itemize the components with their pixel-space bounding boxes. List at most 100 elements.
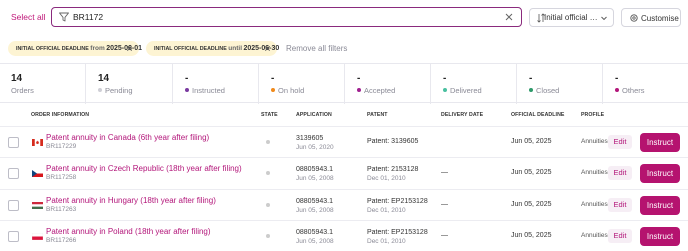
table-row[interactable]: Patent annuity in Poland (18th year afte… [0, 220, 688, 251]
sort-dropdown[interactable]: Initial official de... [529, 8, 614, 27]
patent-date: Dec 01, 2010 [367, 175, 406, 182]
select-all-link[interactable]: Select all [11, 12, 46, 22]
stat-count: - [185, 73, 189, 84]
filter-chip-date: 2025-06-01 [106, 45, 143, 52]
edit-button[interactable]: Edit [608, 229, 632, 243]
stat-label: Orders [11, 86, 34, 95]
divider [344, 64, 345, 104]
stat-count: - [357, 73, 361, 84]
profile-value: Annuities [581, 169, 608, 176]
column-header-official-deadline[interactable]: OFFICIAL DEADLINE [511, 112, 564, 118]
row-checkbox[interactable] [8, 231, 19, 242]
status-dot [271, 88, 275, 92]
order-reference: BR117266 [46, 237, 77, 244]
edit-button[interactable]: Edit [608, 135, 632, 149]
stat-count: - [529, 73, 533, 84]
customise-label: Customise [641, 14, 679, 23]
filter-chip-date: 2025-06-30 [243, 45, 280, 52]
stat-label: Delivered [450, 86, 482, 95]
column-header-state[interactable]: STATE [261, 112, 278, 118]
patent-number: Patent: 3139605 [367, 138, 419, 145]
divider [516, 64, 517, 104]
status-dot [185, 88, 189, 92]
patent-number: Patent: EP2153128 [367, 229, 428, 236]
patent-date: Dec 01, 2010 [367, 238, 406, 245]
status-dot [443, 88, 447, 92]
status-dot [615, 88, 619, 92]
delivery-date: — [441, 232, 448, 239]
stat-label: Pending [105, 86, 133, 95]
official-deadline: Jun 05, 2025 [511, 138, 552, 145]
status-dot [357, 88, 361, 92]
filter-chip-key: INITIAL OFFICIAL DEADLINE [16, 46, 89, 52]
official-deadline: Jun 05, 2025 [511, 232, 552, 239]
order-title-link[interactable]: Patent annuity in Canada (6th year after… [46, 133, 209, 142]
filter-chip-mode: until [228, 45, 242, 52]
edit-button[interactable]: Edit [608, 166, 632, 180]
instruct-button[interactable]: Instruct [640, 227, 680, 246]
state-indicator [266, 140, 270, 144]
divider [172, 64, 173, 104]
stat-label: Instructed [192, 86, 225, 95]
state-indicator [266, 203, 270, 207]
profile-value: Annuities [581, 138, 608, 145]
instruct-button[interactable]: Instruct [640, 133, 680, 152]
edit-button[interactable]: Edit [608, 198, 632, 212]
row-checkbox[interactable] [8, 168, 19, 179]
application-number: 08805943.1 [296, 166, 333, 173]
order-reference: BR117263 [46, 206, 77, 213]
search-value: BR1172 [73, 12, 104, 22]
stat-count: 14 [11, 73, 23, 84]
column-header-delivery-date[interactable]: DELIVERY DATE [441, 112, 483, 118]
application-date: Jun 05, 2008 [296, 238, 334, 245]
order-reference: BR117258 [46, 174, 77, 181]
filter-chip: INITIAL OFFICIAL DEADLINE from 2025-06-0… [8, 41, 143, 56]
order-title-link[interactable]: Patent annuity in Czech Republic (18th y… [46, 164, 242, 173]
poland-flag-icon [32, 233, 43, 240]
sort-label: Initial official de... [544, 13, 601, 22]
row-checkbox[interactable] [8, 200, 19, 211]
state-indicator [266, 234, 270, 238]
column-header-application[interactable]: APPLICATION [296, 112, 332, 118]
instruct-button[interactable]: Instruct [640, 164, 680, 183]
stat-count: - [615, 73, 619, 84]
search-input[interactable]: BR1172 [51, 7, 522, 27]
profile-value: Annuities [581, 201, 608, 208]
customise-button[interactable]: Customise [621, 8, 681, 27]
column-header-order[interactable]: ORDER INFORMATION [31, 112, 89, 118]
application-number: 08805943.1 [296, 229, 333, 236]
order-title-link[interactable]: Patent annuity in Poland (18th year afte… [46, 227, 211, 236]
remove-all-filters-link[interactable]: Remove all filters [286, 44, 347, 53]
column-header-profile[interactable]: PROFILE [581, 112, 604, 118]
application-date: Jun 05, 2008 [296, 207, 334, 214]
stat-label: Others [622, 86, 645, 95]
close-icon[interactable] [126, 45, 133, 52]
stat-label: On hold [278, 86, 305, 95]
stat-count: - [443, 73, 447, 84]
stat-label: Accepted [364, 86, 396, 95]
row-checkbox[interactable] [8, 137, 19, 148]
divider [85, 64, 86, 104]
clear-search-icon[interactable] [503, 11, 515, 23]
toolbar: Select all BR1172 Initial official de...… [0, 0, 688, 36]
table-row[interactable]: Patent annuity in Hungary (18th year aft… [0, 189, 688, 220]
official-deadline: Jun 05, 2025 [511, 201, 552, 208]
state-indicator [266, 171, 270, 175]
column-header-patent[interactable]: PATENT [367, 112, 388, 118]
filter-icon [59, 12, 69, 22]
table-row[interactable]: Patent annuity in Canada (6th year after… [0, 126, 688, 157]
divider [430, 64, 431, 104]
filter-chip: INITIAL OFFICIAL DEADLINE until 2025-06-… [146, 41, 280, 56]
profile-value: Annuities [581, 232, 608, 239]
application-number: 08805943.1 [296, 198, 333, 205]
official-deadline: Jun 05, 2025 [511, 169, 552, 176]
order-title-link[interactable]: Patent annuity in Hungary (18th year aft… [46, 196, 216, 205]
filter-chip-mode: from [90, 45, 105, 52]
table-row[interactable]: Patent annuity in Czech Republic (18th y… [0, 157, 688, 188]
instruct-button[interactable]: Instruct [640, 196, 680, 215]
stat-count: 14 [98, 73, 110, 84]
delivery-date: — [441, 169, 448, 176]
gear-icon [630, 14, 638, 22]
application-date: Jun 05, 2008 [296, 175, 334, 182]
close-icon[interactable] [264, 45, 271, 52]
